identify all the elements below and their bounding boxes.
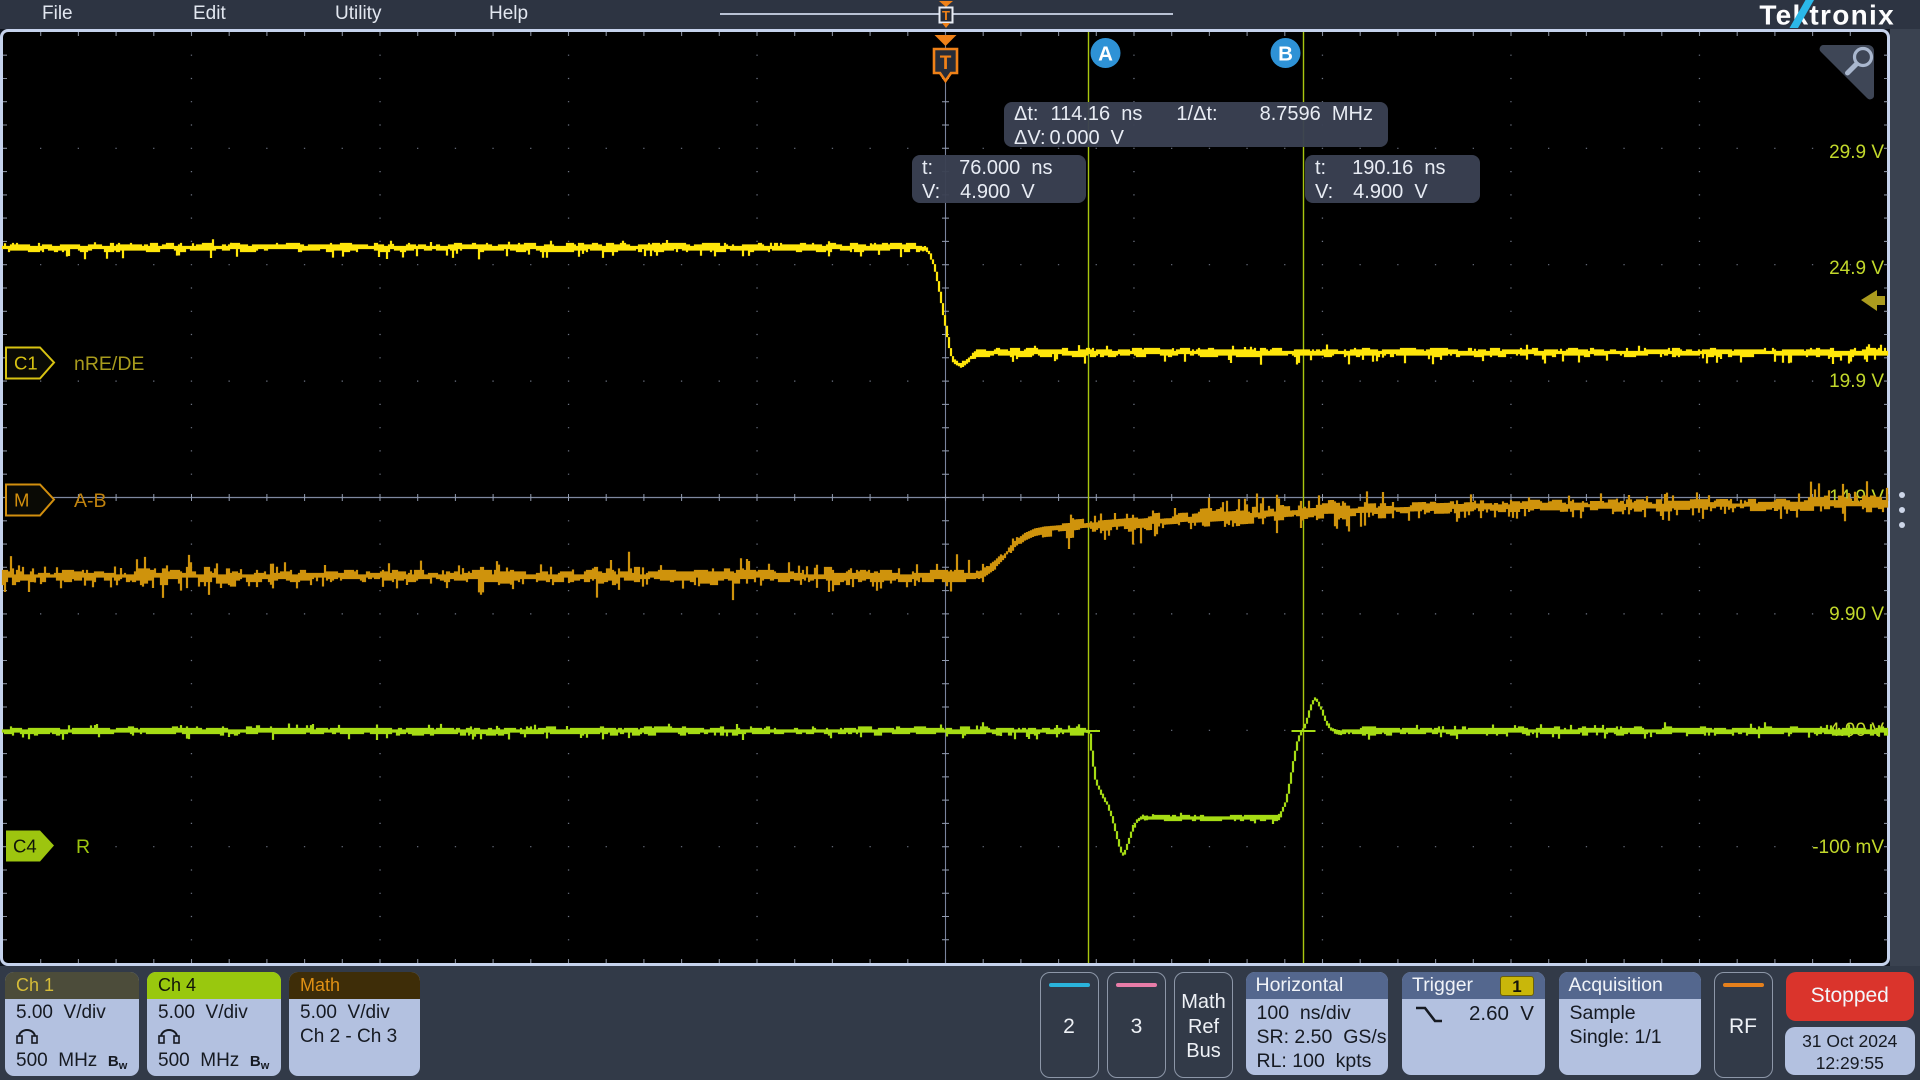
svg-text:A-B: A-B (74, 490, 107, 512)
svg-text:C1: C1 (14, 353, 38, 374)
svg-text:9.90 V: 9.90 V (1829, 604, 1884, 625)
svg-text:-100 mV: -100 mV (1812, 837, 1884, 858)
svg-text:Tektronix: Tektronix (1759, 0, 1895, 29)
svg-text:C4: C4 (13, 836, 37, 857)
svg-text:24.9 V: 24.9 V (1829, 258, 1884, 279)
svg-text:M: M (14, 490, 29, 511)
svg-text:T: T (940, 53, 952, 74)
svg-text:19.9 V: 19.9 V (1829, 371, 1884, 392)
svg-text:A: A (1098, 43, 1113, 66)
svg-text:29.9 V: 29.9 V (1829, 142, 1884, 163)
svg-text:B: B (1278, 43, 1293, 66)
svg-text:T: T (942, 8, 950, 23)
svg-text:R: R (76, 836, 90, 858)
svg-text:nRE/DE: nRE/DE (74, 353, 144, 375)
